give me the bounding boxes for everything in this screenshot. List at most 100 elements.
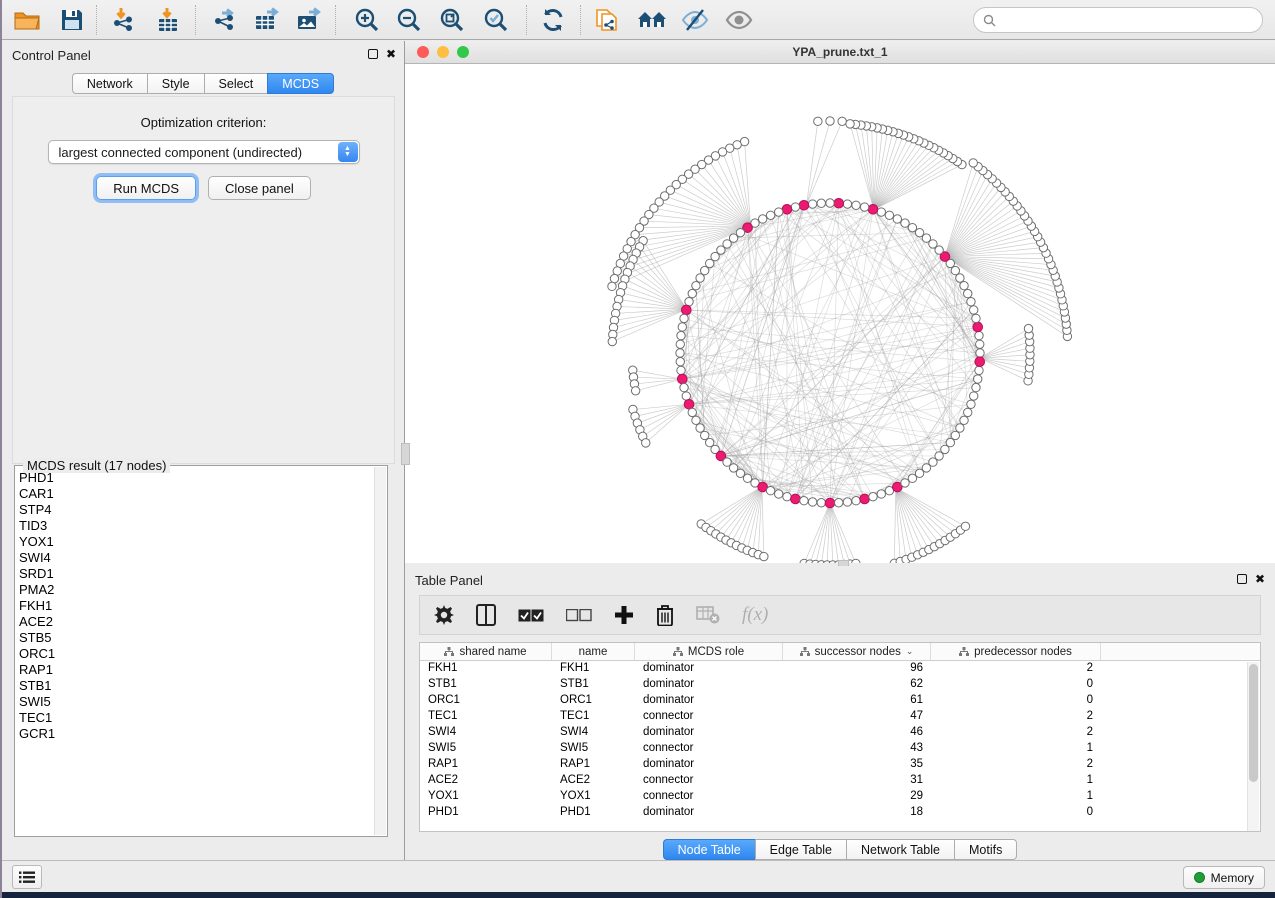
cell-shared-name: SWI5 — [420, 741, 552, 757]
hide-selected-icon[interactable] — [678, 4, 712, 36]
open-file-icon[interactable] — [10, 4, 44, 36]
cell-MCDS-role: dominator — [635, 757, 783, 773]
column-header-MCDS-role[interactable]: MCDS role — [635, 643, 783, 660]
mcds-result-list[interactable]: PHD1CAR1STP4TID3YOX1SWI4SRD1PMA2FKH1ACE2… — [19, 470, 373, 834]
float-table-panel-icon[interactable] — [1237, 574, 1247, 584]
cell-name: ACE2 — [552, 773, 635, 789]
cell-predecessor-nodes: 1 — [931, 741, 1101, 757]
tab-motifs[interactable]: Motifs — [954, 839, 1017, 860]
table-scrollbar-thumb[interactable] — [1249, 664, 1258, 782]
cell-name: PHD1 — [552, 805, 635, 821]
maximize-window-icon[interactable] — [457, 46, 469, 58]
table-row[interactable]: ORC1ORC1dominator610 — [420, 693, 1260, 709]
table-scrollbar[interactable] — [1247, 662, 1259, 832]
result-node[interactable]: GCR1 — [19, 726, 373, 742]
tab-network[interactable]: Network — [72, 73, 147, 94]
cell-name: FKH1 — [552, 661, 635, 677]
criterion-selected-value: largest connected component (undirected) — [59, 145, 303, 160]
export-image-icon[interactable] — [292, 4, 326, 36]
result-node[interactable]: SWI4 — [19, 550, 373, 566]
zoom-fit-icon[interactable] — [435, 4, 469, 36]
result-node[interactable]: STB1 — [19, 678, 373, 694]
column-layout-icon[interactable] — [476, 604, 496, 626]
table-settings-icon[interactable] — [434, 605, 454, 625]
export-table-icon[interactable] — [250, 4, 284, 36]
column-header-successor-nodes[interactable]: successor nodes⌄ — [783, 643, 931, 660]
tab-edge-table[interactable]: Edge Table — [755, 839, 846, 860]
result-node[interactable]: TID3 — [19, 518, 373, 534]
table-row[interactable]: RAP1RAP1dominator352 — [420, 757, 1260, 773]
export-network-icon[interactable] — [208, 4, 242, 36]
save-session-icon[interactable] — [55, 4, 89, 36]
result-node[interactable]: PHD1 — [19, 470, 373, 486]
result-node[interactable]: YOX1 — [19, 534, 373, 550]
mcds-result-box: MCDS result (17 nodes) PHD1CAR1STP4TID3Y… — [14, 465, 388, 837]
table-row[interactable]: SWI4SWI4dominator462 — [420, 725, 1260, 741]
cell-successor-nodes: 43 — [783, 741, 931, 757]
cell-name: STB1 — [552, 677, 635, 693]
refresh-icon[interactable] — [536, 4, 570, 36]
cell-MCDS-role: dominator — [635, 677, 783, 693]
column-header-name[interactable]: name — [552, 643, 635, 660]
network-canvas[interactable] — [405, 64, 1275, 563]
zoom-out-icon[interactable] — [392, 4, 426, 36]
result-node[interactable]: TEC1 — [19, 710, 373, 726]
cell-successor-nodes: 35 — [783, 757, 931, 773]
tab-node-table[interactable]: Node Table — [663, 839, 755, 860]
close-panel-button[interactable]: Close panel — [208, 176, 311, 200]
float-panel-icon[interactable] — [368, 49, 378, 59]
tab-network-table[interactable]: Network Table — [846, 839, 954, 860]
search-box[interactable] — [973, 7, 1263, 33]
table-row[interactable]: STB1STB1dominator620 — [420, 677, 1260, 693]
tab-mcds[interactable]: MCDS — [267, 73, 334, 94]
minimize-window-icon[interactable] — [437, 46, 449, 58]
result-node[interactable]: FKH1 — [19, 598, 373, 614]
cell-predecessor-nodes: 2 — [931, 709, 1101, 725]
show-all-icon[interactable] — [722, 4, 756, 36]
result-node[interactable]: ORC1 — [19, 646, 373, 662]
run-mcds-button[interactable]: Run MCDS — [96, 176, 196, 200]
table-row[interactable]: TEC1TEC1connector472 — [420, 709, 1260, 725]
criterion-select[interactable]: largest connected component (undirected)… — [48, 140, 360, 164]
select-all-rows-icon[interactable] — [518, 609, 544, 622]
network-titlebar[interactable]: YPA_prune.txt_1 — [405, 41, 1275, 64]
cell-name: RAP1 — [552, 757, 635, 773]
task-history-button[interactable] — [12, 865, 42, 889]
vertical-splitter-handle[interactable] — [401, 443, 410, 465]
first-neighbors-icon[interactable] — [635, 4, 669, 36]
result-node[interactable]: ACE2 — [19, 614, 373, 630]
close-table-panel-icon[interactable]: ✖ — [1255, 573, 1265, 585]
result-scrollbar[interactable] — [374, 467, 386, 835]
tab-select[interactable]: Select — [204, 73, 268, 94]
network-clone-icon[interactable] — [590, 4, 624, 36]
import-network-icon[interactable] — [107, 4, 141, 36]
result-node[interactable]: SWI5 — [19, 694, 373, 710]
zoom-selected-icon[interactable] — [479, 4, 513, 36]
result-node[interactable]: STP4 — [19, 502, 373, 518]
result-node[interactable]: SRD1 — [19, 566, 373, 582]
table-row[interactable]: SWI5SWI5connector431 — [420, 741, 1260, 757]
result-node[interactable]: STB5 — [19, 630, 373, 646]
result-node[interactable]: RAP1 — [19, 662, 373, 678]
search-input[interactable] — [1001, 13, 1251, 27]
tab-style[interactable]: Style — [147, 73, 204, 94]
close-window-icon[interactable] — [417, 46, 429, 58]
table-row[interactable]: FKH1FKH1dominator962 — [420, 661, 1260, 677]
result-node[interactable]: PMA2 — [19, 582, 373, 598]
table-row[interactable]: PHD1PHD1dominator180 — [420, 805, 1260, 821]
import-table-icon[interactable] — [151, 4, 185, 36]
deselect-all-rows-icon[interactable] — [566, 609, 592, 622]
memory-button[interactable]: Memory — [1183, 866, 1265, 889]
zoom-in-icon[interactable] — [350, 4, 384, 36]
delete-column-icon[interactable] — [656, 604, 674, 626]
close-panel-icon[interactable]: ✖ — [386, 48, 396, 60]
result-node[interactable]: CAR1 — [19, 486, 373, 502]
add-column-icon[interactable] — [614, 605, 634, 625]
table-row[interactable]: ACE2ACE2connector311 — [420, 773, 1260, 789]
delete-table-icon — [696, 606, 720, 624]
toolbar-separator — [526, 5, 527, 35]
column-header-predecessor-nodes[interactable]: predecessor nodes — [931, 643, 1101, 660]
table-row[interactable]: YOX1YOX1connector291 — [420, 789, 1260, 805]
table-panel-title: Table Panel — [415, 573, 483, 588]
column-header-shared-name[interactable]: shared name — [420, 643, 552, 660]
